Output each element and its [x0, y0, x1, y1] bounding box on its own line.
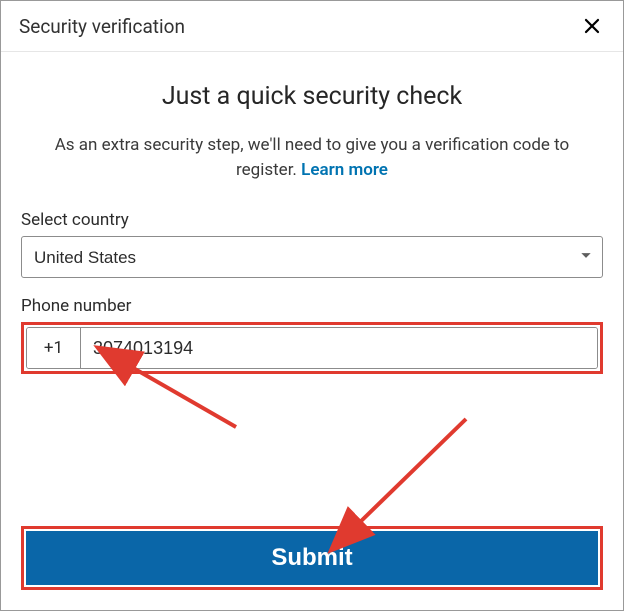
page-heading: Just a quick security check: [21, 82, 603, 111]
modal-header: Security verification: [1, 1, 623, 52]
submit-button[interactable]: Submit: [26, 531, 598, 585]
country-select[interactable]: United States: [21, 236, 603, 278]
phone-field: +1: [26, 327, 598, 369]
page-subtext: As an extra security step, we'll need to…: [32, 133, 592, 182]
phone-prefix: +1: [27, 328, 81, 368]
close-icon: [583, 23, 601, 38]
learn-more-link[interactable]: Learn more: [301, 160, 388, 180]
form-area: Select country United States Phone numbe…: [1, 210, 623, 374]
country-label: Select country: [21, 210, 603, 230]
phone-field-highlight: +1: [21, 322, 603, 374]
phone-input[interactable]: [81, 328, 597, 368]
close-button[interactable]: [579, 13, 605, 39]
content-area: Just a quick security check As an extra …: [1, 52, 623, 182]
phone-label: Phone number: [21, 296, 603, 316]
modal-title: Security verification: [19, 15, 185, 38]
country-select-wrap: United States: [21, 236, 603, 278]
annotation-arrow-icon: [341, 411, 481, 545]
submit-highlight: Submit: [21, 526, 603, 590]
